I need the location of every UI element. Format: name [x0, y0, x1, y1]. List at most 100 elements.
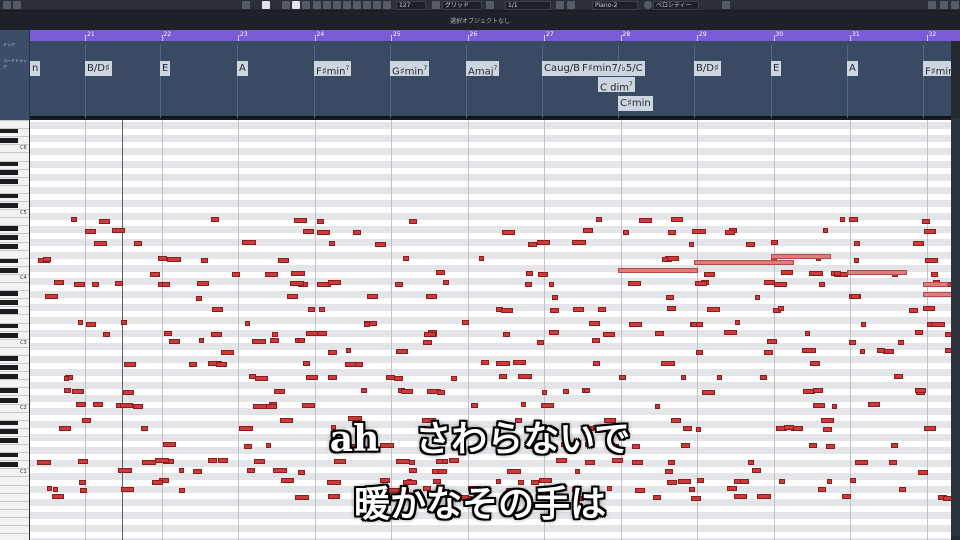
- layout-icon[interactable]: [928, 1, 936, 9]
- midi-note[interactable]: [503, 332, 511, 337]
- info-icon[interactable]: [13, 1, 21, 9]
- midi-note[interactable]: [274, 389, 286, 394]
- midi-note[interactable]: [812, 388, 823, 393]
- midi-note[interactable]: [592, 338, 601, 343]
- midi-note[interactable]: [915, 330, 923, 335]
- midi-note[interactable]: [763, 280, 775, 285]
- black-key[interactable]: [0, 179, 18, 184]
- midi-note[interactable]: [735, 320, 741, 325]
- midi-note[interactable]: [859, 349, 865, 354]
- midi-note[interactable]: [363, 322, 370, 327]
- midi-note[interactable]: [99, 219, 111, 224]
- midi-note[interactable]: [502, 230, 516, 235]
- midi-note[interactable]: [163, 331, 172, 336]
- black-key[interactable]: [0, 309, 18, 314]
- midi-note[interactable]: [210, 217, 219, 222]
- midi-note[interactable]: [596, 217, 603, 222]
- midi-note[interactable]: [408, 219, 417, 224]
- midi-note[interactable]: [394, 282, 403, 287]
- midi-note[interactable]: [691, 322, 698, 327]
- midi-note-long[interactable]: [923, 292, 951, 297]
- midi-note[interactable]: [305, 331, 318, 336]
- midi-note[interactable]: [270, 338, 280, 343]
- midi-note[interactable]: [481, 360, 490, 365]
- midi-note[interactable]: [327, 375, 337, 380]
- midi-note[interactable]: [745, 242, 755, 247]
- settings-gear-icon[interactable]: [951, 1, 959, 9]
- midi-note[interactable]: [593, 361, 601, 366]
- midi-note[interactable]: [78, 320, 84, 325]
- midi-note[interactable]: [655, 331, 665, 336]
- midi-note[interactable]: [287, 294, 299, 299]
- black-key[interactable]: [0, 244, 18, 249]
- midi-note[interactable]: [43, 257, 52, 262]
- midi-note[interactable]: [804, 331, 810, 336]
- chord-event[interactable]: E: [160, 61, 171, 76]
- midi-note[interactable]: [849, 217, 859, 222]
- quantize-field[interactable]: 127: [396, 1, 426, 10]
- midi-note[interactable]: [694, 281, 707, 286]
- midi-note[interactable]: [64, 388, 72, 393]
- midi-note[interactable]: [819, 282, 826, 287]
- midi-note[interactable]: [265, 272, 279, 277]
- midi-note[interactable]: [536, 240, 550, 245]
- chord-event[interactable]: F♯min7: [314, 61, 352, 77]
- midi-note[interactable]: [623, 230, 630, 235]
- midi-note[interactable]: [853, 241, 860, 246]
- midi-note[interactable]: [877, 348, 886, 353]
- black-key[interactable]: [0, 291, 18, 296]
- midi-note[interactable]: [763, 350, 773, 355]
- speaker-icon[interactable]: [282, 1, 290, 9]
- midi-note[interactable]: [188, 362, 197, 367]
- midi-note[interactable]: [241, 240, 256, 245]
- black-key[interactable]: [0, 323, 18, 328]
- midi-note[interactable]: [478, 256, 484, 261]
- midi-note[interactable]: [525, 282, 533, 287]
- midi-note[interactable]: [930, 322, 945, 327]
- midi-note-long[interactable]: [771, 254, 831, 259]
- midi-note[interactable]: [662, 257, 669, 262]
- midi-note[interactable]: [271, 332, 278, 337]
- midi-note[interactable]: [513, 360, 527, 365]
- midi-note[interactable]: [571, 240, 586, 245]
- midi-note[interactable]: [909, 308, 919, 313]
- range-tool-icon[interactable]: [302, 1, 310, 9]
- chord-event[interactable]: E: [771, 61, 782, 76]
- zoom-tool-icon[interactable]: [363, 1, 371, 9]
- midi-note[interactable]: [44, 294, 58, 299]
- black-key[interactable]: [0, 235, 18, 240]
- chord-event[interactable]: Amaj7: [466, 61, 500, 77]
- black-key[interactable]: [0, 333, 18, 338]
- midi-note[interactable]: [199, 338, 205, 343]
- midi-note[interactable]: [914, 388, 926, 393]
- color-icon[interactable]: [567, 1, 575, 9]
- line-tool-icon[interactable]: [373, 1, 381, 9]
- chord-event[interactable]: G♯min7: [390, 61, 430, 77]
- settings-icon[interactable]: [556, 1, 564, 9]
- chord-event[interactable]: F♯min7/♭5/C: [580, 61, 645, 76]
- midi-note[interactable]: [689, 242, 695, 247]
- velocity-select[interactable]: ベロシティー: [653, 1, 699, 10]
- midi-note[interactable]: [808, 271, 823, 276]
- midi-note[interactable]: [289, 281, 304, 286]
- midi-note[interactable]: [850, 294, 860, 299]
- midi-note[interactable]: [361, 388, 368, 393]
- midi-note[interactable]: [692, 229, 707, 234]
- midi-note[interactable]: [549, 330, 560, 335]
- midi-note[interactable]: [402, 256, 409, 261]
- midi-note[interactable]: [120, 320, 127, 325]
- midi-note-long[interactable]: [923, 282, 948, 287]
- midi-note[interactable]: [661, 361, 676, 366]
- midi-note[interactable]: [91, 282, 99, 287]
- midi-note[interactable]: [707, 307, 721, 312]
- midi-note[interactable]: [840, 217, 846, 222]
- black-key[interactable]: [0, 226, 18, 231]
- midi-note[interactable]: [394, 376, 404, 381]
- midi-note[interactable]: [425, 294, 437, 299]
- midi-note[interactable]: [317, 230, 331, 235]
- midi-note[interactable]: [771, 240, 779, 245]
- midi-note[interactable]: [924, 258, 938, 263]
- glue-tool-icon[interactable]: [343, 1, 351, 9]
- midi-note[interactable]: [931, 272, 939, 277]
- midi-note[interactable]: [375, 242, 387, 247]
